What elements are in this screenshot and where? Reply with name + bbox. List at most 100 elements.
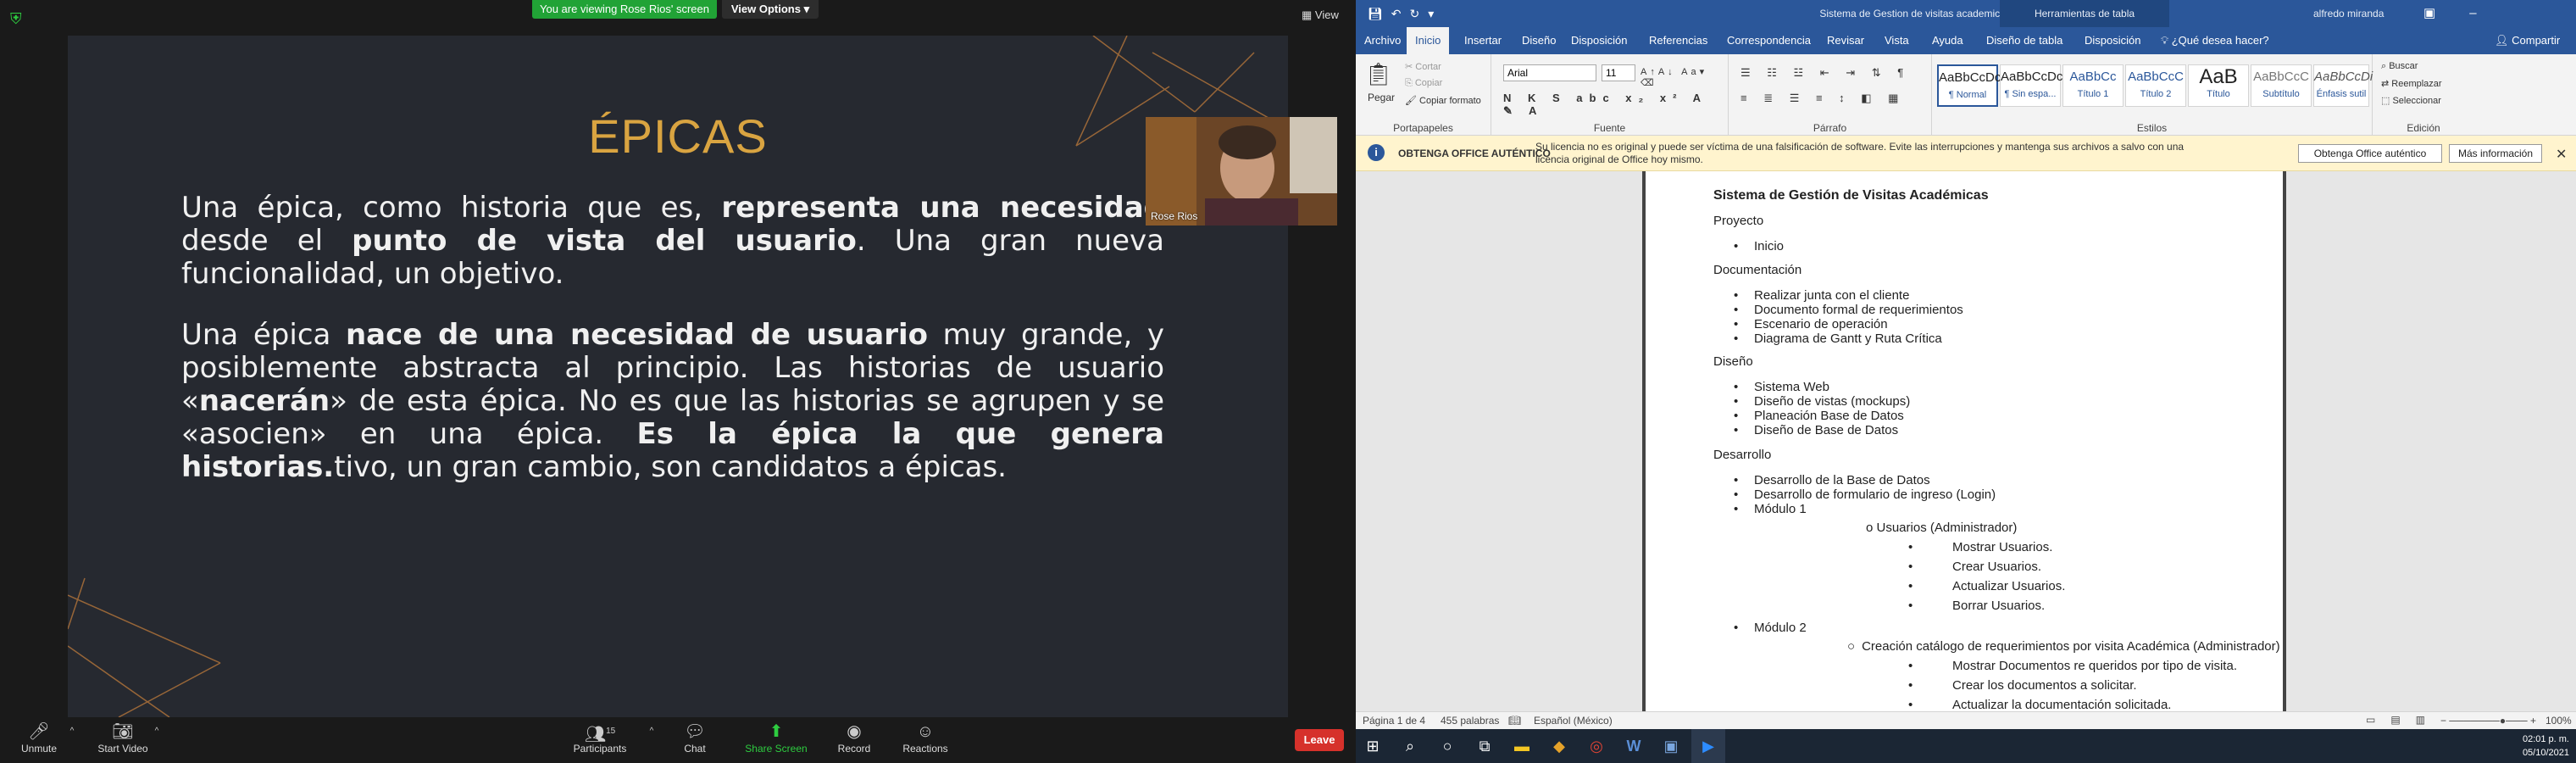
user-name[interactable]: alfredo miranda bbox=[2313, 0, 2384, 27]
search-icon[interactable]: ⌕ bbox=[1393, 729, 1427, 763]
tab-revisar[interactable]: Revisar bbox=[1818, 27, 1873, 54]
more-info-button[interactable]: Más información bbox=[2449, 144, 2542, 163]
tab-vista[interactable]: Vista bbox=[1876, 27, 1918, 54]
find-button[interactable]: ⌕ Buscar bbox=[2381, 61, 2418, 72]
tab-disposicion-tabla[interactable]: Disposición bbox=[2076, 27, 2149, 54]
copy-button[interactable]: ⎘ Copiar bbox=[1405, 78, 1442, 89]
word-icon[interactable]: W bbox=[1617, 729, 1651, 763]
select-button[interactable]: ⬚ Seleccionar bbox=[2381, 95, 2441, 106]
windows-start-icon[interactable]: ⊞ bbox=[1356, 729, 1390, 763]
list-item: Desarrollo de formulario de ingreso (Log… bbox=[1734, 487, 1996, 502]
shield-icon[interactable]: ⛨ bbox=[10, 10, 25, 27]
leave-button[interactable]: Leave bbox=[1295, 729, 1344, 751]
chrome-icon[interactable]: ◎ bbox=[1579, 729, 1613, 763]
undo-icon[interactable]: ↶ bbox=[1391, 7, 1410, 20]
document-area[interactable]: Sistema de Gestión de Visitas Académicas… bbox=[1356, 171, 2576, 712]
zoom-slider[interactable]: − ───────●─── + bbox=[2440, 715, 2536, 727]
styles-group: AaBbCcDc ¶ Normal AaBbCcDc ¶ Sin espa... A… bbox=[1932, 54, 2373, 136]
doc-heading: Sistema de Gestión de Visitas Académicas bbox=[1713, 188, 1989, 203]
share-screen-button[interactable]: ⬆︎ Share Screen bbox=[736, 717, 817, 763]
format-painter-button[interactable]: 🖌︎ Copiar formato bbox=[1405, 95, 1481, 106]
style-titulo-1[interactable]: AaBbCc Título 1 bbox=[2062, 64, 2124, 107]
record-button[interactable]: ◉ Record bbox=[827, 717, 881, 763]
ribbon-display-icon[interactable]: ▣ bbox=[2423, 6, 2469, 20]
replace-button[interactable]: ⇄ Reemplazar bbox=[2381, 78, 2442, 89]
audio-options-caret[interactable]: ^ bbox=[64, 717, 80, 763]
viewing-banner: You are viewing Rose Rios' screen bbox=[532, 0, 717, 19]
align-buttons[interactable]: ≡ ≣ ☰ ≡ ↕ ◧ ▦ bbox=[1740, 92, 1905, 105]
view-button[interactable]: ▦ View bbox=[1302, 8, 1339, 22]
word-title-bar: Sistema de Gestion de visitas academicas… bbox=[1356, 0, 2576, 47]
document-page[interactable]: Sistema de Gestión de Visitas Académicas… bbox=[1642, 171, 2286, 712]
list-item: Diseño de vistas (mockups) bbox=[1734, 394, 1910, 409]
font-size-box[interactable]: 11 bbox=[1602, 64, 1635, 81]
page-count[interactable]: Página 1 de 4 bbox=[1363, 715, 1425, 727]
reactions-icon: ☺ bbox=[916, 722, 935, 741]
participant-video[interactable]: Rose Rios bbox=[1146, 117, 1337, 226]
share-screen-icon: ⬆︎ bbox=[769, 722, 784, 741]
start-video-button[interactable]: 📷︎ Start Video bbox=[88, 717, 158, 763]
zoom-top-bar: ⛨ You are viewing Rose Rios' screen View… bbox=[0, 0, 1356, 36]
tab-archivo[interactable]: Archivo bbox=[1356, 27, 1409, 54]
list-item: Crear Usuarios. bbox=[1908, 560, 2041, 574]
video-off-icon: 📷︎ bbox=[112, 722, 134, 741]
font-group: Arial 11 A↑A↓ Aa▾ ⌫ N K S abc x₂ x² A ✎ … bbox=[1491, 54, 1729, 136]
style-enfasis-sutil[interactable]: AaBbCcDi Énfasis sutil bbox=[2313, 64, 2373, 107]
tell-me-box[interactable]: 💡︎ ¿Qué desea hacer? bbox=[2152, 27, 2278, 54]
language[interactable]: Español (México) bbox=[1534, 715, 1613, 727]
task-view-icon[interactable]: ⧉ bbox=[1468, 729, 1502, 763]
participants-options-caret[interactable]: ^ bbox=[644, 717, 659, 763]
slide-title: ÉPICAS bbox=[588, 109, 768, 163]
list-item: o Usuarios (Administrador) bbox=[1866, 521, 2018, 535]
get-genuine-office-button[interactable]: Obtenga Office auténtico bbox=[2298, 144, 2442, 163]
app-icon[interactable]: ◆ bbox=[1542, 729, 1576, 763]
paste-button[interactable]: Pegar bbox=[1368, 92, 1395, 103]
list-buttons[interactable]: ☰ ☷ ☳ ⇤ ⇥ ⇅ ¶ bbox=[1740, 66, 1910, 80]
tab-referencias[interactable]: Referencias bbox=[1641, 27, 1716, 54]
tab-disposicion[interactable]: Disposición bbox=[1563, 27, 1635, 54]
tab-diseno[interactable]: Diseño bbox=[1513, 27, 1564, 54]
file-explorer-icon[interactable]: ▬ bbox=[1505, 729, 1539, 763]
zoom-app-icon[interactable]: ▶ bbox=[1691, 729, 1725, 763]
style-subtitulo[interactable]: AaBbCcC Subtítulo bbox=[2251, 64, 2312, 107]
cortana-icon[interactable]: ○ bbox=[1430, 729, 1464, 763]
word-count[interactable]: 455 palabras bbox=[1441, 715, 1499, 727]
style-normal[interactable]: AaBbCcDc ¶ Normal bbox=[1937, 64, 2001, 107]
unmute-button[interactable]: 🎤︎ Unmute bbox=[14, 717, 64, 763]
list-item: Módulo 1 bbox=[1734, 502, 1807, 516]
redo-icon[interactable]: ↻ bbox=[1410, 7, 1429, 20]
paste-icon[interactable]: 📋︎ bbox=[1364, 61, 1392, 87]
view-options-button[interactable]: View Options ▾ bbox=[722, 0, 819, 19]
customize-qat-icon[interactable]: ▾ bbox=[1428, 7, 1442, 20]
view-mode-buttons[interactable]: ▭▤▥ bbox=[2366, 714, 2440, 726]
tab-ayuda[interactable]: Ayuda bbox=[1924, 27, 1972, 54]
share-button[interactable]: 👤︎ Compartir bbox=[2486, 27, 2568, 54]
style-sin-espaciado[interactable]: AaBbCcDc ¶ Sin espa... bbox=[2000, 64, 2062, 107]
font-format-buttons[interactable]: N K S abc x₂ x² A ✎ A bbox=[1503, 92, 1728, 118]
person-icon: 👤︎ bbox=[2495, 34, 2512, 47]
tab-inicio[interactable]: Inicio bbox=[1407, 27, 1450, 54]
zoom-level[interactable]: 100% bbox=[2545, 715, 2572, 727]
video-options-caret[interactable]: ^ bbox=[149, 717, 164, 763]
paragraph-label: Párrafo bbox=[1813, 122, 1847, 134]
tab-insertar[interactable]: Insertar bbox=[1456, 27, 1510, 54]
tab-diseno-tabla[interactable]: Diseño de tabla bbox=[1978, 27, 2071, 54]
chat-button[interactable]: 💬︎ Chat bbox=[669, 717, 720, 763]
slide-text-run: Una épica bbox=[181, 318, 346, 352]
minimize-icon[interactable]: – bbox=[2469, 6, 2510, 20]
save-icon[interactable]: 💾︎ bbox=[1368, 7, 1391, 20]
proofing-icon[interactable]: 📖︎ bbox=[1508, 715, 1521, 727]
style-titulo[interactable]: AaB Título bbox=[2188, 64, 2249, 107]
font-name-box[interactable]: Arial bbox=[1503, 64, 1596, 81]
list-item: Realizar junta con el cliente bbox=[1734, 288, 1909, 303]
shared-slide: ÉPICAS Una épica, como historia que es, … bbox=[68, 36, 1288, 717]
cut-button[interactable]: ✂ Cortar bbox=[1405, 61, 1441, 72]
photos-icon[interactable]: ▣ bbox=[1654, 729, 1688, 763]
participants-button[interactable]: 👥︎15 Participants bbox=[559, 717, 641, 763]
reactions-button[interactable]: ☺ Reactions bbox=[895, 717, 956, 763]
system-clock[interactable]: 02:01 p. m. 05/10/2021 bbox=[2518, 732, 2569, 760]
tab-correspondencia[interactable]: Correspondencia bbox=[1718, 27, 1819, 54]
close-icon[interactable]: ✕ bbox=[2556, 146, 2567, 163]
font-size-buttons[interactable]: A↑A↓ Aa▾ ⌫ bbox=[1641, 66, 1728, 88]
style-titulo-2[interactable]: AaBbCcC Título 2 bbox=[2125, 64, 2186, 107]
